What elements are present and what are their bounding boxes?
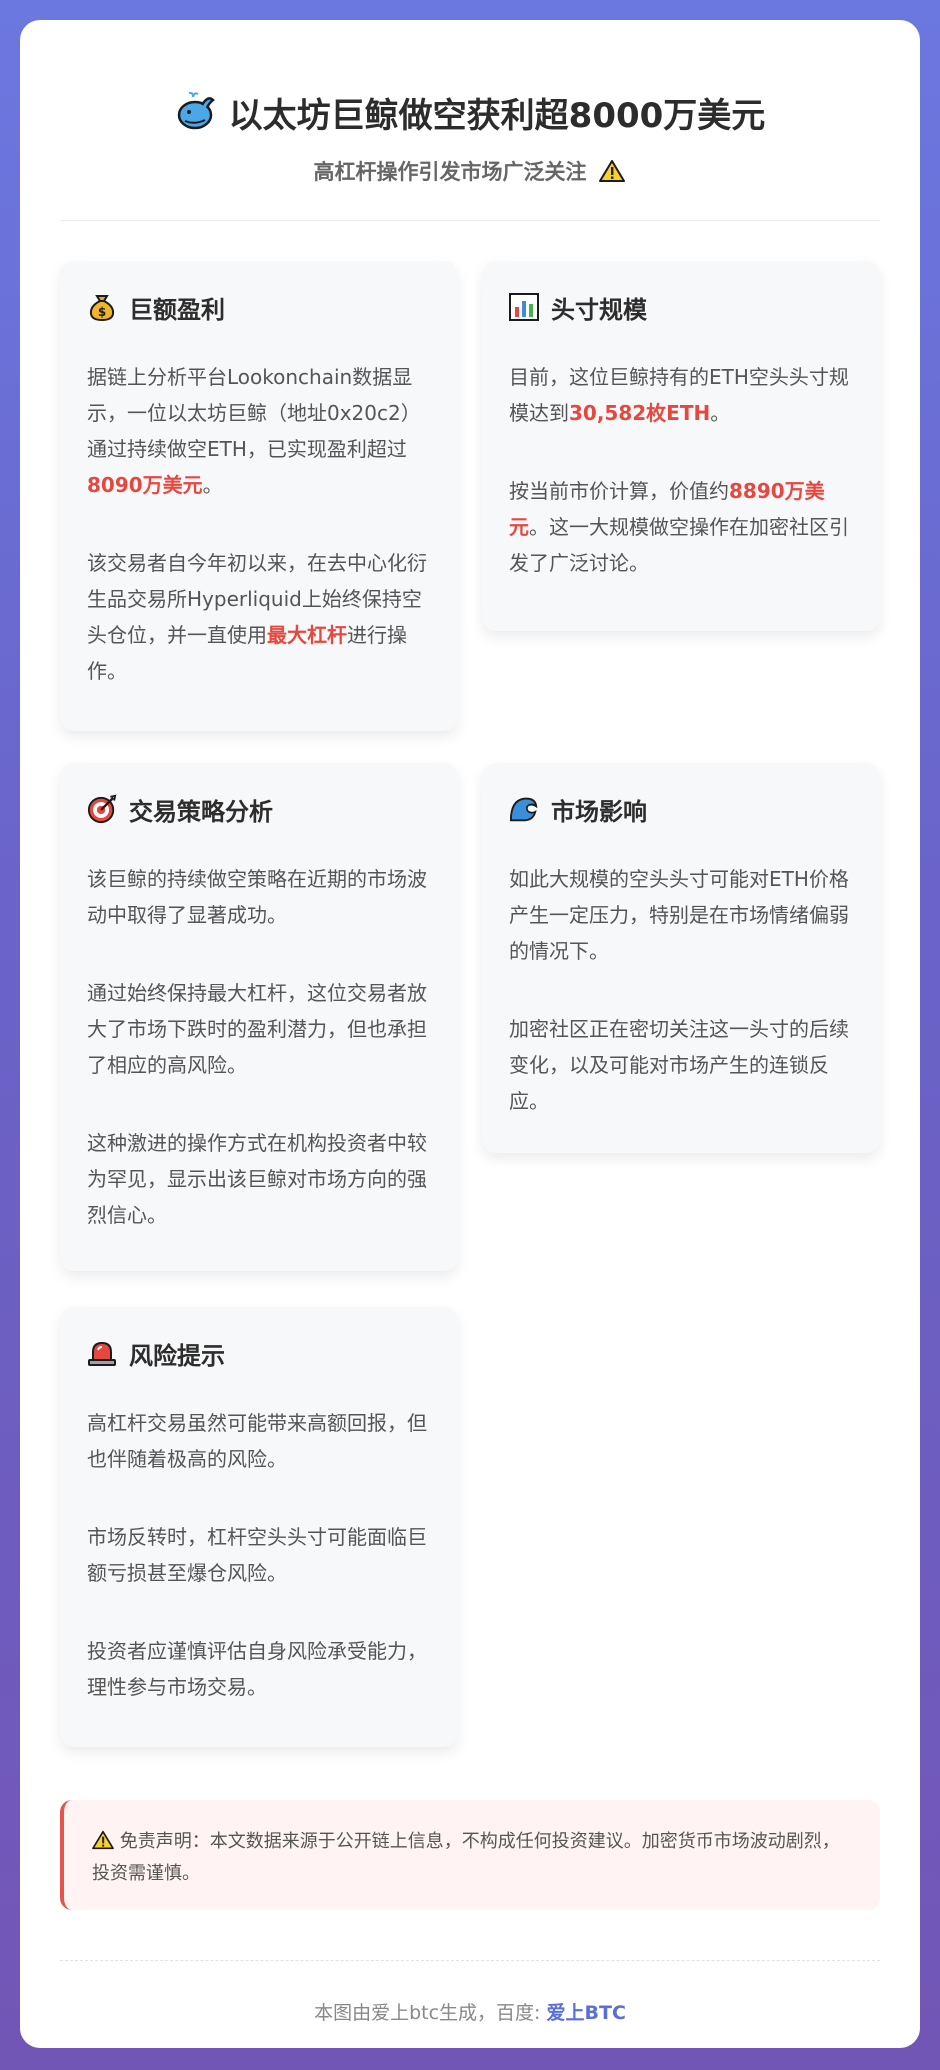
panel-strategy-para-1: 该巨鲸的持续做空策略在近期的市场波动中取得了显著成功。 (87, 867, 427, 927)
panel-impact: 市场影响 如此大规模的空头头寸可能对ETH价格产生一定压力，特别是在市场情绪偏弱… (482, 763, 880, 1153)
main-card: 以太坊巨鲸做空获利超8000万美元 高杠杆操作引发市场广泛关注 $ 巨额盈利 据… (20, 20, 920, 2048)
panel-strategy: 交易策略分析 该巨鲸的持续做空策略在近期的市场波动中取得了显著成功。 通过始终保… (60, 763, 458, 1271)
panel-profit-title-text: 巨额盈利 (129, 295, 225, 324)
panel-risk-title-text: 风险提示 (129, 1341, 225, 1370)
money-bag-icon: $ (87, 292, 117, 322)
panel-strategy-para-2: 通过始终保持最大杠杆，这位交易者放大了市场下跌时的盈利潜力，但也承担了相应的高风… (87, 981, 427, 1077)
panel-risk-title: 风险提示 (87, 1335, 431, 1371)
svg-text:$: $ (98, 305, 106, 319)
page-title-text: 以太坊巨鲸做空获利超8000万美元 (228, 95, 766, 136)
panel-strategy-para-3: 这种激进的操作方式在机构投资者中较为罕见，显示出该巨鲸对市场方向的强烈信心。 (87, 1131, 427, 1227)
panel-profit-para-2: 该交易者自今年初以来，在去中心化衍生品交易所Hyperliquid上始终保持空头… (87, 545, 431, 689)
panel-profit-title: $ 巨额盈利 (87, 289, 431, 325)
panel-risk-para-2: 市场反转时，杠杆空头头寸可能面临巨额亏损甚至爆仓风险。 (87, 1525, 427, 1585)
panel-profit-para-1-text: 据链上分析平台Lookonchain数据显示，一位以太坊巨鲸（地址0x20c2）… (87, 365, 421, 461)
panel-risk-para-3: 投资者应谨慎评估自身风险承受能力，理性参与市场交易。 (87, 1639, 427, 1699)
panel-risk-para-1: 高杠杆交易虽然可能带来高额回报，但也伴随着极高的风险。 (87, 1411, 427, 1471)
warning-icon (92, 1830, 114, 1850)
bar-chart-icon (509, 292, 539, 322)
panel-position-title-text: 头寸规模 (551, 295, 647, 324)
panel-position-para-2-text: 按当前市价计算，价值约 (509, 479, 729, 503)
content-grid: $ 巨额盈利 据链上分析平台Lookonchain数据显示，一位以太坊巨鲸（地址… (60, 221, 880, 1781)
footer-divider (60, 1960, 880, 1961)
footer-brand-link[interactable]: 爱上BTC (547, 2002, 626, 2024)
panel-position-para-1: 目前，这位巨鲸持有的ETH空头头寸规模达到30,582枚ETH。 (509, 359, 853, 431)
footer: 本图由爱上btc生成，百度: 爱上BTC (60, 1998, 880, 2025)
page-header: 以太坊巨鲸做空获利超8000万美元 高杠杆操作引发市场广泛关注 (60, 20, 880, 221)
panel-profit-para-1: 据链上分析平台Lookonchain数据显示，一位以太坊巨鲸（地址0x20c2）… (87, 359, 431, 503)
panel-strategy-title-text: 交易策略分析 (129, 797, 273, 826)
siren-icon (87, 1338, 117, 1368)
panel-risk: 风险提示 高杠杆交易虽然可能带来高额回报，但也伴随着极高的风险。 市场反转时，杠… (60, 1307, 458, 1747)
wave-icon (509, 794, 539, 824)
panel-impact-para-1: 如此大规模的空头头寸可能对ETH价格产生一定压力，特别是在市场情绪偏弱的情况下。 (509, 867, 849, 963)
footer-text: 本图由爱上btc生成，百度: (314, 2002, 547, 2024)
disclaimer-text: 免责声明：本文数据来源于公开链上信息，不构成任何投资建议。加密货币市场波动剧烈，… (92, 1831, 840, 1884)
max-leverage-highlight: 最大杠杆 (267, 623, 347, 647)
panel-profit-para-1-end: 。 (202, 473, 223, 497)
panel-strategy-title: 交易策略分析 (87, 791, 431, 827)
panel-impact-title-text: 市场影响 (551, 797, 647, 826)
disclaimer-box: 免责声明：本文数据来源于公开链上信息，不构成任何投资建议。加密货币市场波动剧烈，… (60, 1800, 880, 1910)
panel-impact-para-2: 加密社区正在密切关注这一头寸的后续变化，以及可能对市场产生的连锁反应。 (509, 1017, 849, 1113)
warning-icon (597, 156, 627, 186)
target-icon (87, 794, 117, 824)
page-title: 以太坊巨鲸做空获利超8000万美元 (60, 82, 880, 142)
panel-profit: $ 巨额盈利 据链上分析平台Lookonchain数据显示，一位以太坊巨鲸（地址… (60, 261, 458, 731)
profit-amount-highlight: 8090万美元 (87, 473, 203, 497)
panel-position: 头寸规模 目前，这位巨鲸持有的ETH空头头寸规模达到30,582枚ETH。 按当… (482, 261, 880, 631)
page-subtitle-text: 高杠杆操作引发市场广泛关注 (313, 160, 587, 184)
eth-position-highlight: 30,582枚ETH (569, 401, 711, 425)
whale-icon (175, 91, 217, 133)
panel-position-para-1-end: 。 (710, 401, 731, 425)
panel-impact-title: 市场影响 (509, 791, 853, 827)
panel-position-title: 头寸规模 (509, 289, 853, 325)
panel-position-para-2: 按当前市价计算，价值约8890万美元。这一大规模做空操作在加密社区引发了广泛讨论… (509, 473, 853, 581)
page-subtitle: 高杠杆操作引发市场广泛关注 (60, 156, 880, 186)
panel-position-para-2-end: 。这一大规模做空操作在加密社区引发了广泛讨论。 (509, 515, 849, 575)
